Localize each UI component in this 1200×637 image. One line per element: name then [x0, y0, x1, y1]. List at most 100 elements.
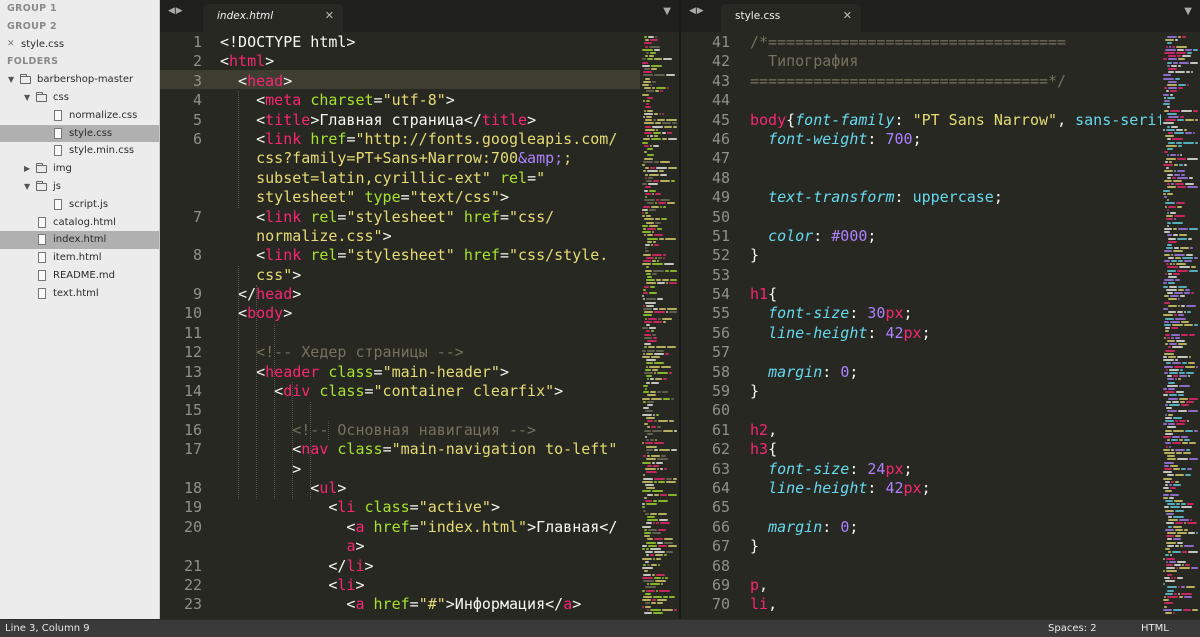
code-line[interactable]	[750, 149, 1165, 168]
file-item[interactable]: catalog.html	[0, 214, 159, 232]
code-line[interactable]: <title>Главная страница</title>	[220, 111, 617, 130]
code-line[interactable]: font-size: 24px;	[750, 460, 1165, 479]
code-line[interactable]: <meta charset="utf-8">	[220, 91, 617, 110]
chevron-down-icon[interactable]: ▼	[1184, 6, 1192, 17]
code-line[interactable]: <!-- Основная навигация -->	[220, 421, 617, 440]
folder-item[interactable]: ▶ img	[0, 160, 159, 178]
file-item[interactable]: normalize.css	[0, 107, 159, 125]
chevron-down-icon[interactable]: ▼	[663, 6, 671, 17]
open-file-item[interactable]: ✕ style.css	[0, 36, 159, 54]
code-line[interactable]: font-weight: 700;	[750, 130, 1165, 149]
minimap-mark	[1164, 52, 1175, 54]
code-line[interactable]: line-height: 42px;	[750, 324, 1165, 343]
close-icon[interactable]: ✕	[325, 4, 334, 28]
code-line[interactable]: text-transform: uppercase;	[750, 188, 1165, 207]
code-line[interactable]: }	[750, 382, 1165, 401]
code-line[interactable]: <li class="active">	[220, 498, 617, 517]
code-line[interactable]: body{font-family: "PT Sans Narrow", sans…	[750, 111, 1165, 130]
code-line[interactable]: h2,	[750, 421, 1165, 440]
code-line[interactable]: p,	[750, 576, 1165, 595]
code-line[interactable]: normalize.css">	[220, 227, 617, 246]
code-line[interactable]	[750, 557, 1165, 576]
file-item[interactable]: index.html	[0, 231, 159, 250]
code-line[interactable]: margin: 0;	[750, 363, 1165, 382]
chevron-down-icon[interactable]: ▼	[24, 89, 30, 107]
file-item[interactable]: README.md	[0, 267, 159, 285]
code-line[interactable]: <link rel="stylesheet" href="css/style.	[220, 246, 617, 265]
close-icon[interactable]: ✕	[7, 36, 15, 54]
file-item[interactable]: text.html	[0, 285, 159, 303]
chevron-down-icon[interactable]: ▼	[24, 178, 30, 196]
file-item[interactable]: item.html	[0, 249, 159, 267]
code-line[interactable]: <div class="container clearfix">	[220, 382, 617, 401]
code-line[interactable]: <body>	[220, 304, 617, 323]
left-editor[interactable]: 1 2 3 4 5 6 7 8 9 10 11 12 13 14 15 16 17 18 19 20 21 22 23 <!…	[160, 32, 679, 619]
code-line[interactable]: css">	[220, 266, 617, 285]
chevron-down-icon[interactable]: ▼	[8, 71, 14, 89]
code-line[interactable]: h3{	[750, 440, 1165, 459]
code-line[interactable]: subset=latin,cyrillic-ext" rel="	[220, 169, 617, 188]
code-line[interactable]: <a href="#">Информация</a>	[220, 595, 617, 614]
tab-style-css[interactable]: style.css ✕	[721, 4, 861, 32]
code-line[interactable]	[220, 324, 617, 343]
code-line[interactable]: stylesheet" type="text/css">	[220, 188, 617, 207]
code-line[interactable]: <!-- Хедер страницы -->	[220, 343, 617, 362]
code-line[interactable]: <ul>	[220, 479, 617, 498]
code-line[interactable]: /*=================================	[750, 33, 1165, 52]
right-editor[interactable]: 41 42 43 44 45 46 47 48 49 50 51 52 53 54 55 56 57 58 59 60…	[681, 32, 1200, 619]
code-line[interactable]: >	[220, 460, 617, 479]
indent-setting[interactable]: Spaces: 2	[1048, 620, 1097, 637]
file-item[interactable]: script.js	[0, 196, 159, 214]
file-item[interactable]: style.min.css	[0, 142, 159, 160]
code-line[interactable]	[750, 169, 1165, 188]
tab-index-html[interactable]: index.html ✕	[203, 4, 343, 32]
folder-item[interactable]: ▼ js	[0, 178, 159, 196]
code-line[interactable]	[220, 401, 617, 420]
tab-nav-arrows-icon[interactable]: ◀ ▶	[168, 6, 183, 16]
code-line[interactable]: <a href="index.html">Главная</	[220, 518, 617, 537]
minimap[interactable]	[1161, 32, 1200, 619]
group-2-header[interactable]: GROUP 2	[0, 18, 159, 36]
code-line[interactable]: font-size: 30px;	[750, 304, 1165, 323]
code-line[interactable]: <nav class="main-navigation to-left"	[220, 440, 617, 459]
code-token: px	[903, 478, 922, 497]
code-line[interactable]: line-height: 42px;	[750, 479, 1165, 498]
code-line[interactable]: css?family=PT+Sans+Narrow:700&amp;;	[220, 149, 617, 168]
code-line[interactable]: Типография	[750, 52, 1165, 71]
code-line[interactable]: }	[750, 537, 1165, 556]
code-line[interactable]: margin: 0;	[750, 518, 1165, 537]
minimap-mark	[659, 448, 670, 451]
code-line[interactable]	[750, 91, 1165, 110]
tab-nav-arrows-icon[interactable]: ◀ ▶	[689, 6, 704, 16]
syntax-mode[interactable]: HTML	[1141, 620, 1169, 637]
code-line[interactable]: a>	[220, 537, 617, 556]
code-line[interactable]: h1{	[750, 285, 1165, 304]
code-line[interactable]: <link href="http://fonts.googleapis.com/	[220, 130, 617, 149]
code-line[interactable]: <link rel="stylesheet" href="css/	[220, 208, 617, 227]
code-line[interactable]: =================================*/	[750, 72, 1165, 91]
code-line[interactable]	[750, 498, 1165, 517]
code-line[interactable]	[750, 208, 1165, 227]
code-line[interactable]	[750, 343, 1165, 362]
code-area[interactable]: <!DOCTYPE html> <html> <head> <meta chars…	[220, 32, 617, 615]
code-line[interactable]: li,	[750, 595, 1165, 614]
code-line[interactable]: color: #000;	[750, 227, 1165, 246]
code-line[interactable]: </head>	[220, 285, 617, 304]
code-line[interactable]: <html>	[220, 52, 617, 71]
code-line[interactable]: </li>	[220, 557, 617, 576]
group-1-header[interactable]: GROUP 1	[0, 0, 159, 18]
code-line[interactable]: }	[750, 246, 1165, 265]
folder-item[interactable]: ▼ barbershop-master	[0, 71, 159, 89]
minimap[interactable]	[640, 32, 679, 619]
folder-item[interactable]: ▼ css	[0, 89, 159, 107]
code-line[interactable]	[750, 266, 1165, 285]
file-item[interactable]: style.css	[0, 124, 159, 143]
close-icon[interactable]: ✕	[843, 4, 852, 28]
code-line[interactable]: <header class="main-header">	[220, 363, 617, 382]
code-line[interactable]	[750, 401, 1165, 420]
code-line[interactable]: <head>	[220, 72, 617, 91]
chevron-right-icon[interactable]: ▶	[24, 160, 30, 178]
code-line[interactable]: <li>	[220, 576, 617, 595]
code-line[interactable]: <!DOCTYPE html>	[220, 33, 617, 52]
code-area[interactable]: /*================================= Типо…	[750, 32, 1165, 615]
